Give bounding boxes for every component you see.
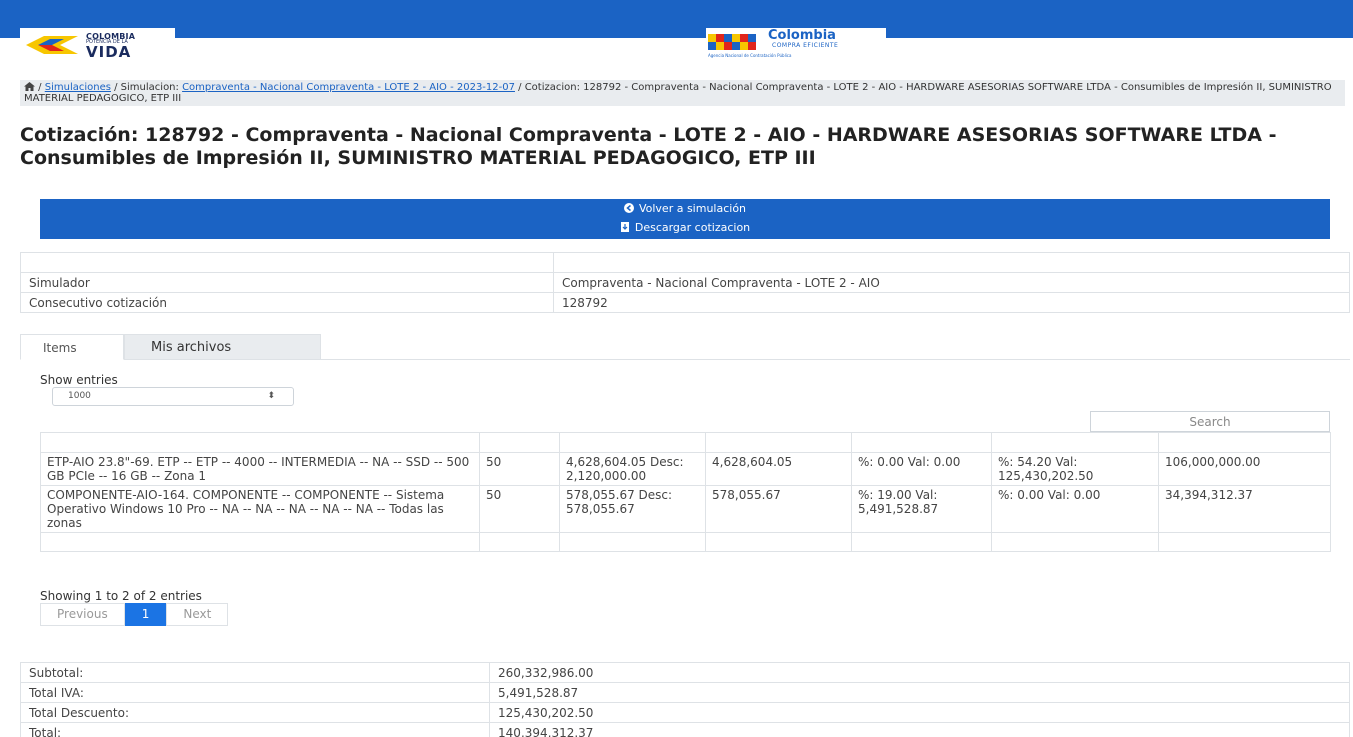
item-total: 34,394,312.37 — [1158, 485, 1331, 533]
item-unit-price: 578,055.67 Desc: 578,055.67 — [559, 485, 706, 533]
page-title: Cotización: 128792 - Compraventa - Nacio… — [20, 124, 1277, 169]
page-1-button[interactable]: 1 — [124, 603, 167, 626]
table-info-text: Showing 1 to 2 of 2 entries — [40, 589, 202, 603]
column-header[interactable] — [40, 432, 480, 453]
center-logo-title: Colombia — [768, 28, 836, 43]
breadcrumb-text-simulacion: / Simulacion: — [110, 82, 183, 93]
footer-cell — [1158, 532, 1331, 552]
footer-cell — [479, 532, 560, 552]
item-description: ETP-AIO 23.8"-69. ETP -- ETP -- 4000 -- … — [40, 452, 480, 486]
table-row: Subtotal: 260,332,986.00 — [20, 662, 1350, 683]
tab-mis-archivos[interactable]: Mis archivos — [124, 334, 321, 360]
select-updown-icon: ⬍ — [267, 391, 275, 401]
tab-items[interactable]: Items — [20, 334, 124, 360]
table-row — [20, 252, 1350, 273]
tab-bar: Items Mis archivos — [20, 334, 1350, 360]
center-logo-tagline: Agencia Nacional de Contratación Pública — [708, 53, 792, 58]
column-header[interactable] — [1158, 432, 1331, 453]
info-label — [20, 252, 554, 273]
download-quote-link[interactable]: Descargar cotizacion — [40, 218, 1330, 237]
pagination: Previous 1 Next — [40, 603, 229, 626]
item-unit-price: 4,628,604.05 Desc: 2,120,000.00 — [559, 452, 706, 486]
item-price: 4,628,604.05 — [705, 452, 852, 486]
action-panel: Volver a simulación Descargar cotizacion — [40, 199, 1330, 239]
table-header-row — [40, 432, 1331, 453]
column-header[interactable] — [559, 432, 706, 453]
item-discount: %: 0.00 Val: 0.00 — [991, 485, 1159, 533]
column-header[interactable] — [479, 432, 560, 453]
download-file-icon — [620, 222, 629, 232]
header-stripe — [0, 0, 1353, 10]
footer-cell — [991, 532, 1159, 552]
item-iva: %: 19.00 Val: 5,491,528.87 — [851, 485, 992, 533]
arrow-left-circle-icon — [623, 203, 634, 213]
breadcrumb-link-simulacion[interactable]: Compraventa - Nacional Compraventa - LOT… — [182, 82, 515, 93]
back-to-simulation-link[interactable]: Volver a simulación — [40, 199, 1330, 218]
show-entries-label: Show entries — [40, 373, 118, 387]
items-table: ETP-AIO 23.8"-69. ETP -- ETP -- 4000 -- … — [40, 432, 1331, 552]
next-page-button[interactable]: Next — [166, 603, 229, 626]
footer-cell — [40, 532, 480, 552]
breadcrumb: / Simulaciones / Simulacion: Compraventa… — [20, 80, 1345, 106]
column-header[interactable] — [851, 432, 992, 453]
table-row: Consecutivo cotización 128792 — [20, 292, 1350, 313]
entries-length-value: 1000 — [68, 391, 91, 401]
item-total: 106,000,000.00 — [1158, 452, 1331, 486]
total-value: 5,491,528.87 — [489, 682, 1350, 703]
total-label: Total Descuento: — [20, 702, 490, 723]
table-footer-row — [40, 532, 1331, 552]
footer-cell — [851, 532, 992, 552]
quote-info-table: Simulador Compraventa - Nacional Comprav… — [20, 252, 1350, 313]
total-label: Total: — [20, 722, 490, 737]
header-band — [0, 10, 1353, 38]
breadcrumb-link-simulaciones[interactable]: Simulaciones — [45, 82, 111, 93]
footer-cell — [559, 532, 706, 552]
footer-cell — [705, 532, 852, 552]
breadcrumb-separator: / — [35, 82, 45, 93]
info-value: 128792 — [553, 292, 1350, 313]
home-icon[interactable] — [24, 82, 35, 91]
top-header — [0, 0, 1353, 40]
table-row: COMPONENTE-AIO-164. COMPONENTE -- COMPON… — [40, 485, 1331, 533]
item-price: 578,055.67 — [705, 485, 852, 533]
flag-logo-icon — [26, 36, 78, 54]
item-quantity: 50 — [479, 452, 560, 486]
info-value: Compraventa - Nacional Compraventa - LOT… — [553, 272, 1350, 293]
table-row: ETP-AIO 23.8"-69. ETP -- ETP -- 4000 -- … — [40, 452, 1331, 486]
total-value: 125,430,202.50 — [489, 702, 1350, 723]
entries-length-select[interactable]: 1000 ⬍ — [52, 387, 294, 406]
column-header[interactable] — [705, 432, 852, 453]
total-value: 140,394,312.37 — [489, 722, 1350, 737]
download-quote-label: Descargar cotizacion — [634, 221, 751, 234]
item-iva: %: 0.00 Val: 0.00 — [851, 452, 992, 486]
info-label: Consecutivo cotización — [20, 292, 554, 313]
mosaic-logo-icon — [708, 34, 756, 50]
table-row: Simulador Compraventa - Nacional Comprav… — [20, 272, 1350, 293]
table-row: Total IVA: 5,491,528.87 — [20, 682, 1350, 703]
back-to-simulation-label: Volver a simulación — [638, 202, 747, 215]
item-description: COMPONENTE-AIO-164. COMPONENTE -- COMPON… — [40, 485, 480, 533]
table-row: Total: 140,394,312.37 — [20, 722, 1350, 737]
table-row: Total Descuento: 125,430,202.50 — [20, 702, 1350, 723]
search-input[interactable]: Search — [1090, 411, 1330, 432]
total-label: Total IVA: — [20, 682, 490, 703]
colombia-compra-eficiente-logo[interactable]: Colombia COMPRA EFICIENTE Agencia Nacion… — [706, 28, 886, 58]
column-header[interactable] — [991, 432, 1159, 453]
colombia-potencia-vida-logo[interactable]: COLOMBIA POTENCIA DE LA VIDA — [20, 28, 175, 61]
totals-table: Subtotal: 260,332,986.00 Total IVA: 5,49… — [20, 662, 1350, 737]
total-label: Subtotal: — [20, 662, 490, 683]
total-value: 260,332,986.00 — [489, 662, 1350, 683]
info-label: Simulador — [20, 272, 554, 293]
logo-text-line3: VIDA — [86, 43, 132, 61]
info-value — [553, 252, 1350, 273]
item-discount: %: 54.20 Val: 125,430,202.50 — [991, 452, 1159, 486]
previous-page-button[interactable]: Previous — [40, 603, 125, 626]
center-logo-subtitle: COMPRA EFICIENTE — [772, 42, 839, 49]
item-quantity: 50 — [479, 485, 560, 533]
